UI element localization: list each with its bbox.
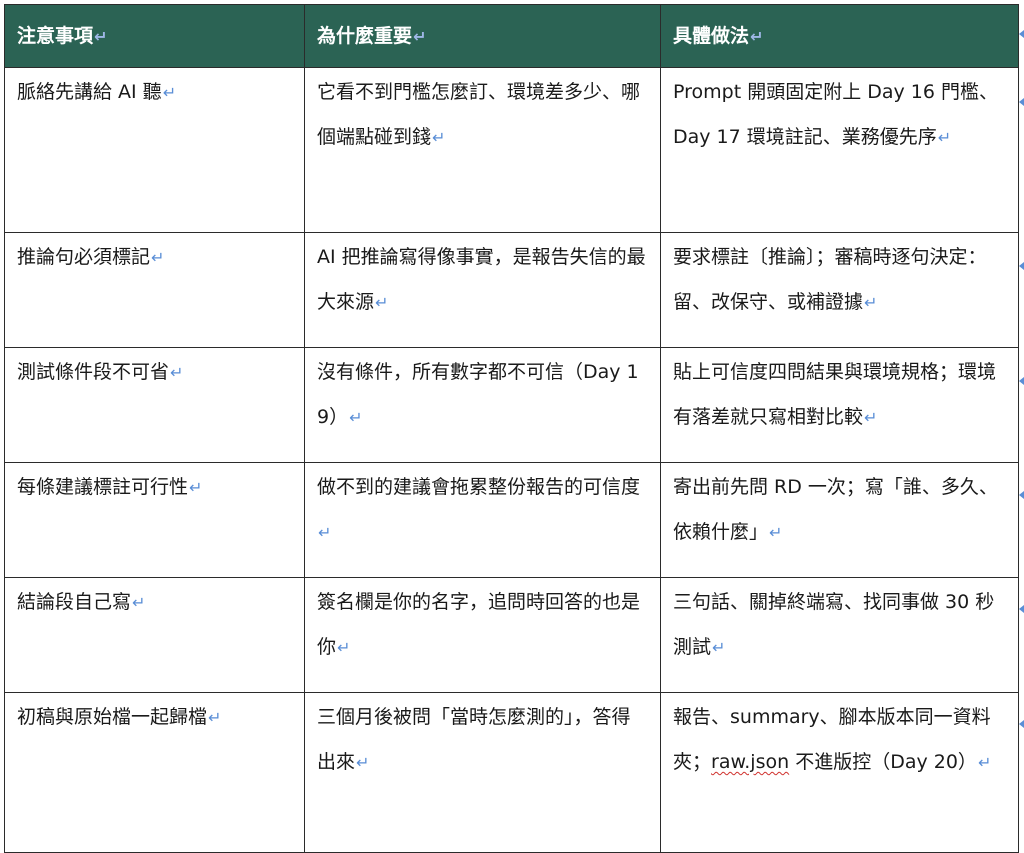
table-cell[interactable]: 沒有條件，所有數字都不可信（Day 19）↵ xyxy=(304,347,661,463)
header-cell[interactable]: 為什麼重要↵ xyxy=(304,4,661,68)
paragraph-mark-icon: ↵ xyxy=(349,408,363,427)
table-cell[interactable]: 三句話、關掉終端寫、找同事做 30 秒測試↵ xyxy=(660,577,1019,693)
cell-text: 要求標註〔推論〕；審稿時逐句決定：留、改保守、或補證據 xyxy=(673,246,987,313)
cell-text: AI 把推論寫得像事實，是報告失信的最大來源 xyxy=(317,246,646,313)
cell-text: 寄出前先問 RD 一次；寫「誰、多久、依賴什麼」 xyxy=(673,476,998,543)
paragraph-mark-icon: ↵ xyxy=(94,27,108,46)
table-cell[interactable]: 脈絡先講給 AI 聽↵ xyxy=(4,67,305,233)
table-row: 脈絡先講給 AI 聽↵ 它看不到門檻怎麼訂、環境差多少、哪個端點碰到錢↵ Pro… xyxy=(4,67,1019,233)
row-end-marker-icon xyxy=(1019,605,1024,613)
cell-text: 每條建議標註可行性 xyxy=(17,476,189,498)
table-cell[interactable]: 貼上可信度四問結果與環境規格；環境有落差就只寫相對比較↵ xyxy=(660,347,1019,463)
paragraph-mark-icon: ↵ xyxy=(337,638,351,657)
paragraph-mark-icon: ↵ xyxy=(356,753,370,772)
table-cell[interactable]: 要求標註〔推論〕；審稿時逐句決定：留、改保守、或補證據↵ xyxy=(660,232,1019,348)
row-end-marker-icon xyxy=(1019,491,1024,499)
paragraph-mark-icon: ↵ xyxy=(375,293,389,312)
cell-text: 簽名欄是你的名字，追問時回答的也是你 xyxy=(317,591,641,658)
cell-text: 測試條件段不可省 xyxy=(17,361,170,383)
header-cell[interactable]: 注意事項↵ xyxy=(4,4,305,68)
table-cell[interactable]: AI 把推論寫得像事實，是報告失信的最大來源↵ xyxy=(304,232,661,348)
table-header-row: 注意事項↵ 為什麼重要↵ 具體做法↵ xyxy=(4,4,1019,68)
spellcheck-flagged-word[interactable]: raw.json xyxy=(711,751,789,773)
paragraph-mark-icon: ↵ xyxy=(132,593,146,612)
paragraph-mark-icon: ↵ xyxy=(769,523,783,542)
cell-text: 沒有條件，所有數字都不可信（Day 19） xyxy=(317,361,639,428)
paragraph-mark-icon: ↵ xyxy=(413,27,427,46)
cell-text: 脈絡先講給 AI 聽 xyxy=(17,81,162,103)
row-end-marker-icon xyxy=(1019,30,1024,38)
cell-text: 它看不到門檻怎麼訂、環境差多少、哪個端點碰到錢 xyxy=(317,81,641,148)
row-end-marker-icon xyxy=(1019,98,1024,106)
table-cell[interactable]: 每條建議標註可行性↵ xyxy=(4,462,305,578)
table-cell[interactable]: 測試條件段不可省↵ xyxy=(4,347,305,463)
cell-text: 做不到的建議會拖累整份報告的可信度 xyxy=(317,476,641,498)
paragraph-mark-icon: ↵ xyxy=(937,128,952,147)
cell-text: 推論句必須標記 xyxy=(17,246,151,268)
table-row: 測試條件段不可省↵ 沒有條件，所有數字都不可信（Day 19）↵ 貼上可信度四問… xyxy=(4,347,1019,463)
table-cell[interactable]: 寄出前先問 RD 一次；寫「誰、多久、依賴什麼」↵ xyxy=(660,462,1019,578)
header-label: 注意事項 xyxy=(17,25,94,47)
table-cell[interactable]: 推論句必須標記↵ xyxy=(4,232,305,348)
paragraph-mark-icon: ↵ xyxy=(750,27,764,46)
paragraph-mark-icon: ↵ xyxy=(151,248,165,267)
paragraph-mark-icon: ↵ xyxy=(977,753,992,772)
cell-text: 結論段自己寫 xyxy=(17,591,132,613)
cell-text: 貼上可信度四問結果與環境規格；環境有落差就只寫相對比較 xyxy=(673,361,997,428)
table-row: 推論句必須標記↵ AI 把推論寫得像事實，是報告失信的最大來源↵ 要求標註〔推論… xyxy=(4,232,1019,348)
table-row: 結論段自己寫↵ 簽名欄是你的名字，追問時回答的也是你↵ 三句話、關掉終端寫、找同… xyxy=(4,577,1019,693)
notes-table: 注意事項↵ 為什麼重要↵ 具體做法↵ 脈絡先講給 AI 聽↵ 它看不到門檻怎麼訂… xyxy=(4,4,1019,853)
header-cell[interactable]: 具體做法↵ xyxy=(660,4,1019,68)
header-label: 為什麼重要 xyxy=(317,25,413,47)
paragraph-mark-icon: ↵ xyxy=(170,363,184,382)
cell-text: 不進版控（Day 20） xyxy=(789,751,977,773)
table-cell[interactable]: 結論段自己寫↵ xyxy=(4,577,305,693)
paragraph-mark-icon: ↵ xyxy=(712,638,726,657)
paragraph-mark-icon: ↵ xyxy=(864,408,878,427)
table-cell[interactable]: 做不到的建議會拖累整份報告的可信度 ↵ xyxy=(304,462,661,578)
table-row: 每條建議標註可行性↵ 做不到的建議會拖累整份報告的可信度↵ 寄出前先問 RD 一… xyxy=(4,462,1019,578)
table-cell[interactable]: 報告、summary、腳本版本同一資料夾；raw.json 不進版控（Day 2… xyxy=(660,692,1019,853)
paragraph-mark-icon: ↵ xyxy=(864,293,878,312)
row-end-markers xyxy=(1018,0,1024,852)
table-cell[interactable]: 簽名欄是你的名字，追問時回答的也是你↵ xyxy=(304,577,661,693)
cell-text: 初稿與原始檔一起歸檔 xyxy=(17,706,208,728)
paragraph-mark-icon: ↵ xyxy=(208,708,222,727)
header-label: 具體做法 xyxy=(673,25,750,47)
row-end-marker-icon xyxy=(1019,377,1024,385)
row-end-marker-icon xyxy=(1019,262,1024,270)
table-cell[interactable]: 它看不到門檻怎麼訂、環境差多少、哪個端點碰到錢↵ xyxy=(304,67,661,233)
paragraph-mark-icon: ↵ xyxy=(432,128,446,147)
table-cell[interactable]: 三個月後被問「當時怎麼測的」，答得出來↵ xyxy=(304,692,661,853)
paragraph-mark-icon: ↵ xyxy=(318,523,332,542)
paragraph-mark-icon: ↵ xyxy=(189,478,203,497)
table-cell[interactable]: 初稿與原始檔一起歸檔↵ xyxy=(4,692,305,853)
table-row: 初稿與原始檔一起歸檔↵ 三個月後被問「當時怎麼測的」，答得出來↵ 報告、summ… xyxy=(4,692,1019,853)
row-end-marker-icon xyxy=(1019,720,1024,728)
paragraph-mark-icon: ↵ xyxy=(162,83,177,102)
table-cell[interactable]: Prompt 開頭固定附上 Day 16 門檻、Day 17 環境註記、業務優先… xyxy=(660,67,1019,233)
